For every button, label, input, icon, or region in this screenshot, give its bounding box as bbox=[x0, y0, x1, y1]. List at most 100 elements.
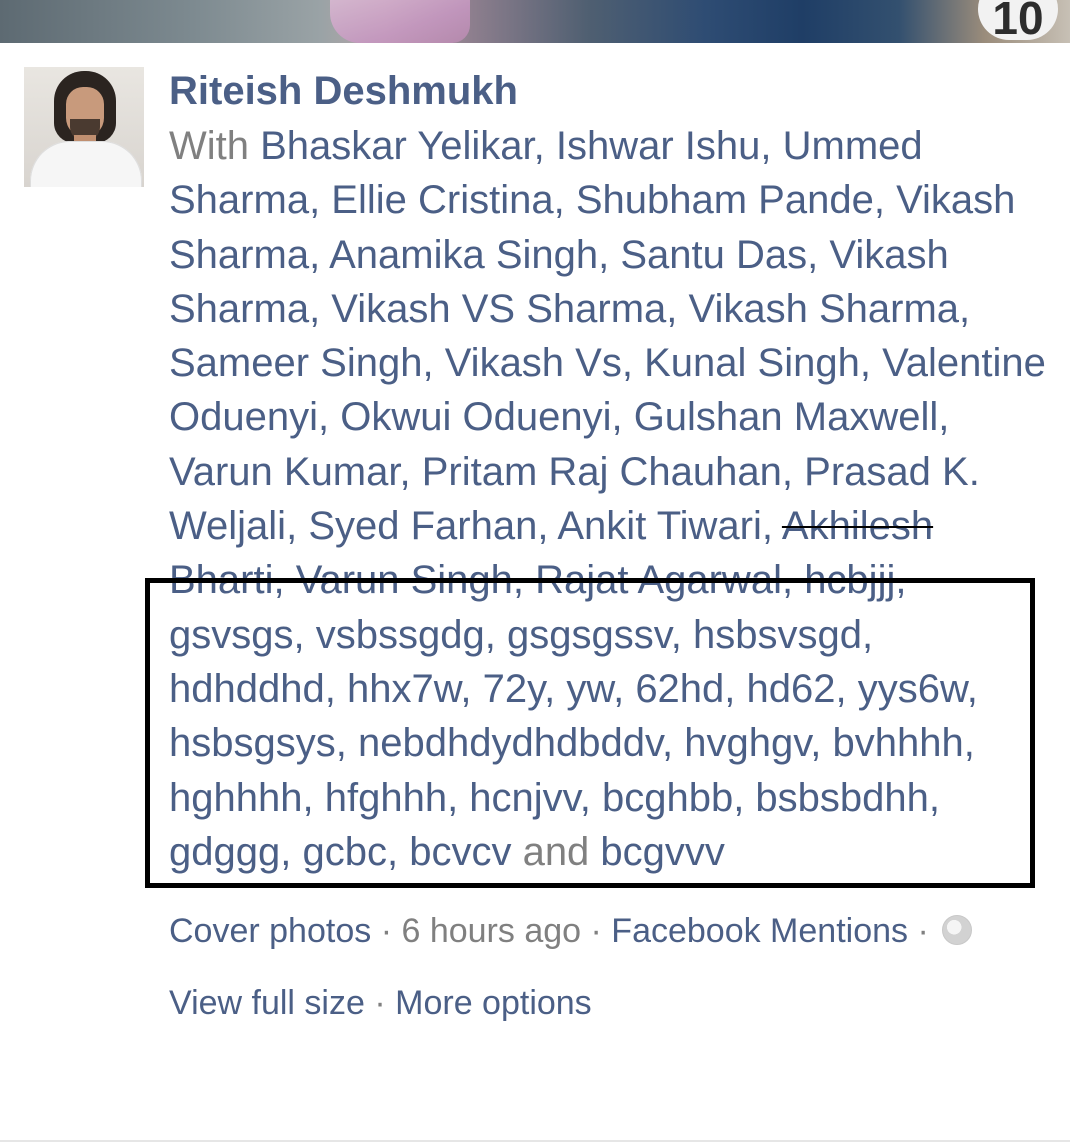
tag-comma: , bbox=[579, 775, 602, 820]
tag-comma: , bbox=[286, 504, 309, 549]
tag-comma: , bbox=[460, 666, 483, 711]
tagged-person-link[interactable]: Varun Kumar bbox=[169, 450, 400, 494]
tagged-person-link[interactable]: Okwui Oduenyi bbox=[340, 395, 611, 439]
tagged-person-link[interactable]: hghhhh bbox=[169, 776, 302, 820]
tagged-person-link[interactable]: hsbsvsgd bbox=[693, 613, 862, 657]
tag-comma: , bbox=[598, 232, 621, 277]
tag-comma: , bbox=[324, 666, 347, 711]
album-link[interactable]: Cover photos bbox=[169, 912, 371, 950]
separator: · bbox=[917, 912, 929, 950]
tag-comma: , bbox=[611, 395, 634, 440]
tag-comma: , bbox=[781, 449, 805, 494]
tagged-person-link[interactable]: gsgsgssv bbox=[507, 613, 671, 657]
tagged-person-link[interactable]: Bhaskar Yelikar bbox=[260, 124, 534, 168]
tagged-person-link[interactable]: 72y bbox=[483, 667, 545, 711]
author-avatar[interactable] bbox=[24, 67, 144, 187]
tagged-person-link[interactable]: yys6w bbox=[858, 667, 967, 711]
tag-comma: , bbox=[621, 341, 645, 386]
tagged-person-link[interactable]: vsbssgdg bbox=[316, 613, 485, 657]
tagged-person-link[interactable]: Kunal Singh bbox=[644, 341, 860, 385]
author-name-link[interactable]: Riteish Deshmukh bbox=[169, 67, 1049, 115]
separator: · bbox=[374, 984, 386, 1022]
post-body: Riteish Deshmukh With Bhaskar Yelikar, I… bbox=[169, 67, 1049, 879]
tag-comma: , bbox=[317, 395, 341, 440]
tagged-person-link[interactable]: Pritam Raj Chauhan bbox=[422, 450, 782, 494]
tag-comma: , bbox=[724, 666, 747, 711]
post-actions: View full size · More options bbox=[169, 981, 592, 1025]
tag-comma: , bbox=[309, 232, 330, 277]
tagged-person-link[interactable]: hvghgv bbox=[684, 721, 810, 765]
tag-comma: , bbox=[861, 612, 874, 657]
tag-comma: , bbox=[309, 178, 332, 223]
tag-comma: , bbox=[807, 232, 830, 277]
tag-comma: , bbox=[670, 612, 693, 657]
tagged-person-link[interactable]: bcghbb bbox=[602, 776, 733, 820]
cover-photo-strip[interactable]: 10 bbox=[0, 0, 1070, 43]
tag-comma: , bbox=[293, 612, 316, 657]
tagged-person-link[interactable]: bsbsbdhh bbox=[755, 776, 928, 820]
tag-comma: , bbox=[537, 504, 558, 549]
tag-comma: , bbox=[895, 558, 907, 603]
with-label: With bbox=[169, 124, 261, 168]
tag-comma: , bbox=[386, 829, 410, 874]
tagged-person-link[interactable]: hd62 bbox=[747, 667, 836, 711]
tagged-person-link[interactable]: hhx7w bbox=[347, 667, 460, 711]
tagged-person-link[interactable]: bcgvvv bbox=[600, 830, 725, 874]
tagged-person-link[interactable]: Ishwar Ishu bbox=[556, 124, 761, 168]
tagged-person-link[interactable]: Anamika Singh bbox=[329, 233, 598, 277]
view-full-size-link[interactable]: View full size bbox=[169, 984, 365, 1022]
tagged-person-link[interactable]: 62hd bbox=[635, 667, 724, 711]
and-label: and bbox=[511, 829, 601, 874]
tagged-person-link[interactable]: yw bbox=[566, 667, 613, 711]
tagged-people: With Bhaskar Yelikar, Ishwar Ishu, Ummed… bbox=[169, 119, 1049, 879]
tagged-person-link[interactable]: hdhddhd bbox=[169, 667, 325, 711]
tagged-person-link[interactable]: Santu Das bbox=[620, 233, 807, 277]
tagged-person-link[interactable]: Gulshan Maxwell bbox=[634, 395, 939, 439]
tag-comma: , bbox=[422, 341, 445, 386]
tag-comma: , bbox=[781, 558, 805, 603]
tagged-person-link[interactable]: bcvcv bbox=[409, 830, 511, 874]
tag-comma: , bbox=[666, 286, 689, 331]
tag-comma: , bbox=[484, 612, 507, 657]
tagged-person-link[interactable]: Vikash Sharma bbox=[689, 287, 960, 331]
tagged-person-link[interactable]: Rajat Agarwal bbox=[535, 558, 782, 602]
tagged-person-link[interactable]: hcnjvv bbox=[469, 776, 579, 820]
tag-comma: , bbox=[938, 395, 950, 440]
tagged-person-link[interactable]: gcbc bbox=[302, 830, 387, 874]
tag-comma: , bbox=[613, 666, 636, 711]
tagged-person-link[interactable]: Sameer Singh bbox=[169, 341, 422, 385]
tagged-person-link[interactable]: hcbjjj bbox=[804, 558, 895, 602]
divider bbox=[0, 1140, 1070, 1142]
tagged-person-link[interactable]: hfghhh bbox=[325, 776, 447, 820]
tagged-person-link[interactable]: Vikash Vs bbox=[445, 341, 622, 385]
tag-comma: , bbox=[835, 666, 858, 711]
tagged-person-link[interactable]: bvhhhh bbox=[832, 721, 963, 765]
globe-icon[interactable] bbox=[942, 915, 973, 945]
tagged-person-link[interactable]: gsvsgs bbox=[169, 613, 294, 657]
tag-comma: , bbox=[661, 721, 685, 766]
separator: · bbox=[590, 912, 602, 950]
tag-comma: , bbox=[544, 666, 567, 711]
tagged-person-link[interactable]: Ankit Tiwari bbox=[557, 504, 762, 548]
tag-comma: , bbox=[302, 775, 325, 820]
source-link[interactable]: Facebook Mentions bbox=[611, 912, 908, 950]
tag-comma: , bbox=[533, 124, 556, 168]
tag-comma: , bbox=[760, 124, 783, 168]
tagged-person-link[interactable]: Vikash VS Sharma bbox=[331, 287, 666, 331]
tag-comma: , bbox=[273, 558, 296, 603]
tagged-person-link[interactable]: Ellie Cristina bbox=[331, 178, 553, 222]
tagged-person-link[interactable]: Syed Farhan bbox=[308, 504, 537, 548]
tagged-person-link[interactable]: Varun Singh bbox=[296, 558, 513, 602]
tagged-person-link[interactable]: Shubham Pande bbox=[576, 178, 874, 222]
tagged-person-link[interactable]: nebdhdydhdbddv bbox=[358, 721, 662, 765]
tagged-person-link[interactable]: hsbsgsys bbox=[169, 721, 336, 765]
tagged-person-link[interactable]: gdggg bbox=[169, 830, 280, 874]
more-options-link[interactable]: More options bbox=[395, 984, 592, 1022]
tag-comma: , bbox=[399, 449, 422, 494]
tag-comma: , bbox=[761, 504, 782, 549]
tag-comma: , bbox=[963, 721, 975, 766]
tag-comma: , bbox=[309, 286, 332, 331]
timestamp[interactable]: 6 hours ago bbox=[401, 912, 581, 950]
tag-comma: , bbox=[447, 775, 470, 820]
tag-comma: , bbox=[512, 558, 536, 603]
